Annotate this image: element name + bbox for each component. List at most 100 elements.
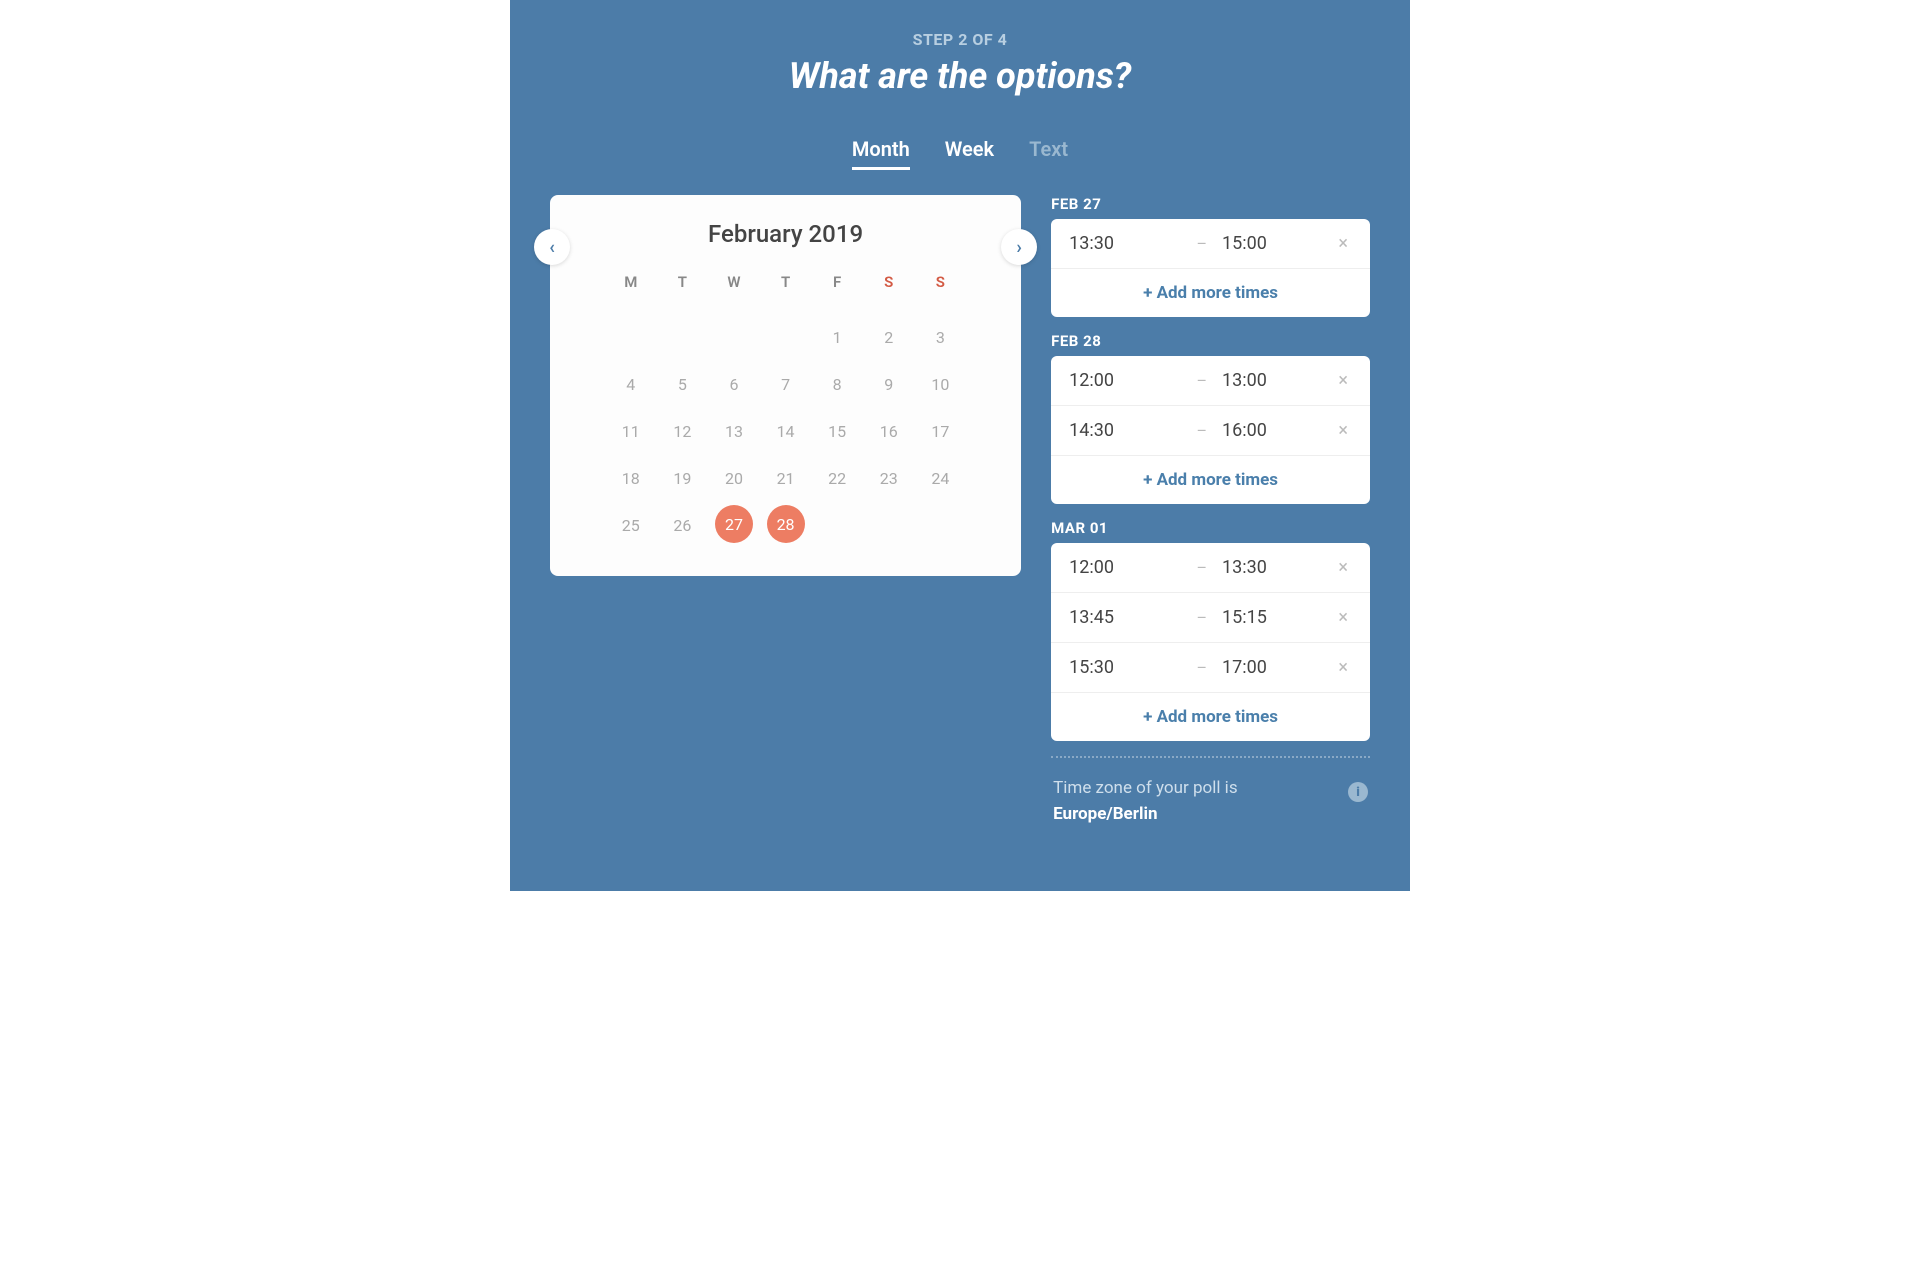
slot-dash: –	[1197, 608, 1208, 627]
calendar-dow: F	[811, 273, 863, 311]
calendar-day[interactable]: 8	[811, 364, 863, 405]
date-label: FEB 27	[1051, 195, 1370, 213]
calendar-day	[708, 317, 760, 358]
slot-end-time[interactable]: 17:00	[1222, 657, 1334, 678]
slot-end-time[interactable]: 15:15	[1222, 607, 1334, 628]
slot-end-time[interactable]: 16:00	[1222, 420, 1334, 441]
slot-end-time[interactable]: 13:00	[1222, 370, 1334, 391]
slot-dash: –	[1197, 558, 1208, 577]
calendar-dow: T	[760, 273, 812, 311]
calendar-day[interactable]: 14	[760, 411, 812, 452]
remove-slot-button[interactable]: ×	[1334, 607, 1352, 628]
slot-dash: –	[1197, 371, 1208, 390]
add-more-times-button[interactable]: + Add more times	[1051, 269, 1370, 317]
date-group: MAR 0112:00–13:30×13:45–15:15×15:30–17:0…	[1051, 519, 1370, 741]
slot-end-time[interactable]: 15:00	[1222, 233, 1334, 254]
calendar-day[interactable]: 13	[708, 411, 760, 452]
calendar-day	[863, 505, 915, 546]
calendar-wrap: ‹ › February 2019 MTWTFSS123456789101112…	[550, 195, 1021, 576]
time-slots-sidebar: FEB 2713:30–15:00×+ Add more timesFEB 28…	[1051, 195, 1370, 831]
calendar-day[interactable]: 24	[915, 458, 967, 499]
slot-dash: –	[1197, 234, 1208, 253]
calendar-day[interactable]: 12	[657, 411, 709, 452]
date-label: MAR 01	[1051, 519, 1370, 537]
slot-start-time[interactable]: 12:00	[1069, 370, 1181, 391]
calendar-grid: MTWTFSS123456789101112131415161718192021…	[605, 273, 966, 546]
calendar-day[interactable]: 15	[811, 411, 863, 452]
calendar-day-selected[interactable]: 28	[767, 505, 805, 543]
remove-slot-button[interactable]: ×	[1334, 657, 1352, 678]
remove-slot-button[interactable]: ×	[1334, 370, 1352, 391]
calendar-day[interactable]: 10	[915, 364, 967, 405]
calendar-day[interactable]: 18	[605, 458, 657, 499]
info-icon[interactable]: i	[1348, 782, 1368, 802]
calendar-dow: M	[605, 273, 657, 311]
calendar-dow: S	[863, 273, 915, 311]
calendar-day[interactable]: 11	[605, 411, 657, 452]
calendar-day[interactable]: 4	[605, 364, 657, 405]
view-tabs: Month Week Text	[550, 137, 1370, 170]
timezone-prefix: Time zone of your poll is	[1053, 778, 1237, 798]
calendar-day[interactable]: 25	[605, 505, 657, 546]
calendar-day	[605, 317, 657, 358]
slot-dash: –	[1197, 421, 1208, 440]
slots-container: FEB 2713:30–15:00×+ Add more timesFEB 28…	[1051, 195, 1370, 741]
chevron-left-icon: ‹	[549, 237, 555, 258]
date-label: FEB 28	[1051, 332, 1370, 350]
slot-start-time[interactable]: 14:30	[1069, 420, 1181, 441]
slot-start-time[interactable]: 12:00	[1069, 557, 1181, 578]
slot-dash: –	[1197, 658, 1208, 677]
calendar-day[interactable]: 22	[811, 458, 863, 499]
calendar-day[interactable]: 19	[657, 458, 709, 499]
slot-card: 13:30–15:00×+ Add more times	[1051, 219, 1370, 317]
timezone-text: Time zone of your poll is Europe/Berlin	[1053, 776, 1237, 827]
slot-end-time[interactable]: 13:30	[1222, 557, 1334, 578]
slot-card: 12:00–13:00×14:30–16:00×+ Add more times	[1051, 356, 1370, 504]
calendar-day[interactable]: 5	[657, 364, 709, 405]
calendar-day[interactable]: 17	[915, 411, 967, 452]
slot-card: 12:00–13:30×13:45–15:15×15:30–17:00×+ Ad…	[1051, 543, 1370, 741]
calendar-day[interactable]: 1	[811, 317, 863, 358]
calendar-day[interactable]: 26	[657, 505, 709, 546]
calendar-next-button[interactable]: ›	[1001, 229, 1037, 265]
time-slot-row: 13:30–15:00×	[1051, 219, 1370, 269]
slot-start-time[interactable]: 13:45	[1069, 607, 1181, 628]
calendar-day	[657, 317, 709, 358]
time-slot-row: 13:45–15:15×	[1051, 593, 1370, 643]
date-group: FEB 2713:30–15:00×+ Add more times	[1051, 195, 1370, 317]
add-more-times-button[interactable]: + Add more times	[1051, 693, 1370, 741]
calendar-day-selected[interactable]: 27	[715, 505, 753, 543]
add-more-times-button[interactable]: + Add more times	[1051, 456, 1370, 504]
page-title: What are the options?	[550, 55, 1370, 97]
calendar-day	[811, 505, 863, 546]
calendar-day[interactable]: 2	[863, 317, 915, 358]
calendar-month-title: February 2019	[605, 220, 966, 248]
calendar-day[interactable]: 9	[863, 364, 915, 405]
time-slot-row: 14:30–16:00×	[1051, 406, 1370, 456]
remove-slot-button[interactable]: ×	[1334, 420, 1352, 441]
calendar-day[interactable]: 16	[863, 411, 915, 452]
chevron-right-icon: ›	[1016, 237, 1021, 258]
remove-slot-button[interactable]: ×	[1334, 233, 1352, 254]
time-slot-row: 15:30–17:00×	[1051, 643, 1370, 693]
calendar-day[interactable]: 20	[708, 458, 760, 499]
calendar-day[interactable]: 23	[863, 458, 915, 499]
slot-start-time[interactable]: 15:30	[1069, 657, 1181, 678]
tab-month[interactable]: Month	[852, 137, 910, 170]
tab-text[interactable]: Text	[1029, 137, 1068, 170]
slot-start-time[interactable]: 13:30	[1069, 233, 1181, 254]
remove-slot-button[interactable]: ×	[1334, 557, 1352, 578]
calendar-day[interactable]: 3	[915, 317, 967, 358]
calendar-prev-button[interactable]: ‹	[534, 229, 570, 265]
calendar-day[interactable]: 7	[760, 364, 812, 405]
timezone-value: Europe/Berlin	[1053, 804, 1157, 824]
calendar-day[interactable]: 21	[760, 458, 812, 499]
calendar-day	[915, 505, 967, 546]
tab-week[interactable]: Week	[945, 137, 994, 170]
calendar-day	[760, 317, 812, 358]
time-slot-row: 12:00–13:00×	[1051, 356, 1370, 406]
calendar-day[interactable]: 6	[708, 364, 760, 405]
poll-options-step: STEP 2 OF 4 What are the options? Month …	[510, 0, 1410, 891]
date-group: FEB 2812:00–13:00×14:30–16:00×+ Add more…	[1051, 332, 1370, 504]
calendar-dow: S	[915, 273, 967, 311]
